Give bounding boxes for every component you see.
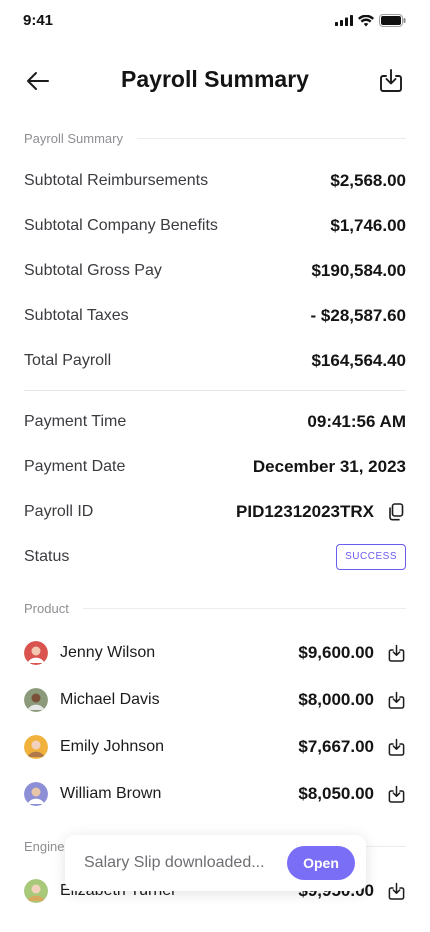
payroll-id-wrap: PID12312023TRX bbox=[236, 502, 406, 522]
download-icon[interactable] bbox=[387, 738, 406, 757]
employee-name: William Brown bbox=[60, 785, 162, 802]
summary-divider bbox=[24, 390, 406, 391]
employee-row-jenny-wilson[interactable]: Jenny Wilson $9,600.00 bbox=[24, 640, 406, 666]
avatar bbox=[24, 641, 48, 665]
payroll-id-label: Payroll ID bbox=[24, 503, 94, 520]
bottom-edge bbox=[0, 918, 430, 932]
status-time: 9:41 bbox=[23, 12, 54, 29]
wifi-icon bbox=[358, 14, 374, 26]
status-label: Status bbox=[24, 548, 70, 565]
download-toast: Salary Slip downloaded... Open bbox=[65, 835, 366, 891]
summary-row-taxes: Subtotal Taxes - $28,587.60 bbox=[24, 305, 406, 327]
row-label: Subtotal Reimbursements bbox=[24, 172, 209, 189]
row-label: Subtotal Taxes bbox=[24, 307, 129, 324]
row-value: $2,568.00 bbox=[330, 171, 406, 190]
summary-row-gross-pay: Subtotal Gross Pay $190,584.00 bbox=[24, 260, 406, 282]
status-badge: SUCCESS bbox=[336, 544, 406, 570]
toast-open-button[interactable]: Open bbox=[287, 846, 355, 880]
row-value: $190,584.00 bbox=[311, 261, 406, 280]
download-icon bbox=[380, 69, 402, 92]
summary-row-company-benefits: Subtotal Company Benefits $1,746.00 bbox=[24, 215, 406, 237]
employee-amount: $9,600.00 bbox=[298, 643, 374, 662]
employee-row-michael-davis[interactable]: Michael Davis $8,000.00 bbox=[24, 687, 406, 713]
avatar bbox=[24, 735, 48, 759]
employee-amount: $7,667.00 bbox=[298, 737, 374, 756]
summary-row-total-payroll: Total Payroll $164,564.40 bbox=[24, 350, 406, 372]
row-value: - $28,587.60 bbox=[310, 306, 406, 325]
row-label: Subtotal Company Benefits bbox=[24, 217, 218, 234]
row-label: Subtotal Gross Pay bbox=[24, 262, 162, 279]
status-icons bbox=[335, 14, 406, 27]
download-button[interactable] bbox=[376, 66, 406, 96]
avatar bbox=[24, 782, 48, 806]
toast-message: Salary Slip downloaded... bbox=[84, 854, 265, 871]
battery-icon bbox=[379, 14, 406, 27]
status-bar: 9:41 bbox=[0, 0, 430, 44]
employee-amount: $8,000.00 bbox=[298, 690, 374, 709]
summary-row-reimbursements: Subtotal Reimbursements $2,568.00 bbox=[24, 170, 406, 192]
payroll-id-value: PID12312023TRX bbox=[236, 502, 374, 521]
section-label-text: Payroll Summary bbox=[24, 131, 123, 146]
signal-icon bbox=[335, 15, 353, 26]
download-icon[interactable] bbox=[387, 785, 406, 804]
status-row: Status SUCCESS bbox=[24, 544, 406, 570]
copy-icon[interactable] bbox=[386, 502, 406, 522]
employee-row-emily-johnson[interactable]: Emily Johnson $7,667.00 bbox=[24, 734, 406, 760]
payment-date-value: December 31, 2023 bbox=[252, 457, 406, 476]
employee-name: Emily Johnson bbox=[60, 738, 165, 755]
payment-date-label: Payment Date bbox=[24, 458, 126, 475]
row-value: $1,746.00 bbox=[330, 216, 406, 235]
avatar bbox=[24, 688, 48, 712]
employee-amount: $8,050.00 bbox=[298, 784, 374, 803]
section-label-payroll-summary: Payroll Summary bbox=[24, 131, 406, 146]
download-icon[interactable] bbox=[387, 691, 406, 710]
payment-date-row: Payment Date December 31, 2023 bbox=[24, 456, 406, 478]
section-divider bbox=[136, 138, 406, 139]
payment-time-value: 09:41:56 AM bbox=[307, 412, 406, 431]
section-label-product: Product bbox=[24, 601, 406, 616]
row-value: $164,564.40 bbox=[311, 351, 406, 370]
avatar bbox=[24, 879, 48, 903]
payroll-id-row: Payroll ID PID12312023TRX bbox=[24, 501, 406, 523]
employee-row-william-brown[interactable]: William Brown $8,050.00 bbox=[24, 781, 406, 807]
download-icon[interactable] bbox=[387, 882, 406, 901]
section-label-text: Engine bbox=[24, 839, 65, 854]
section-divider bbox=[82, 608, 406, 609]
header: Payroll Summary bbox=[0, 56, 430, 104]
employee-name: Jenny Wilson bbox=[60, 644, 156, 661]
employee-name: Michael Davis bbox=[60, 691, 160, 708]
section-label-text: Product bbox=[24, 601, 69, 616]
row-label: Total Payroll bbox=[24, 352, 112, 369]
page-title: Payroll Summary bbox=[121, 66, 309, 92]
download-icon[interactable] bbox=[387, 644, 406, 663]
payment-time-row: Payment Time 09:41:56 AM bbox=[24, 411, 406, 433]
payment-time-label: Payment Time bbox=[24, 413, 127, 430]
